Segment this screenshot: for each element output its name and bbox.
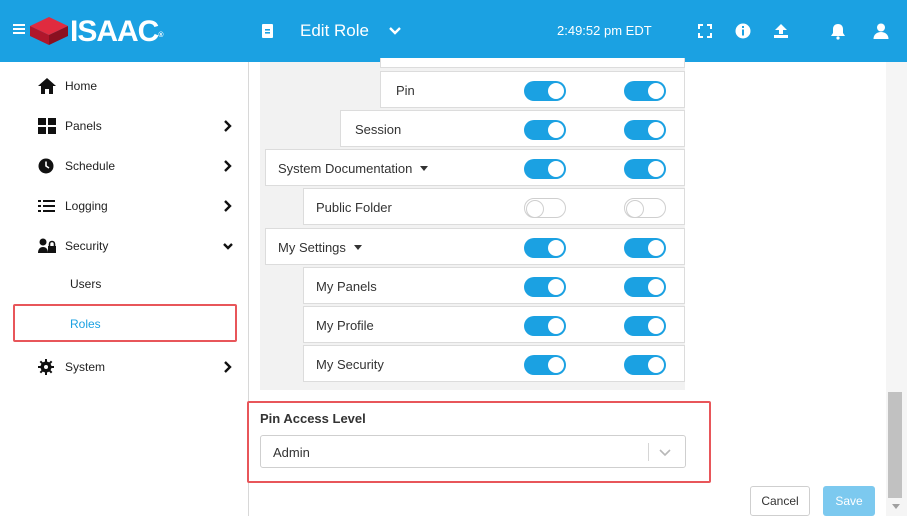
users-lock-icon: [38, 238, 56, 253]
sidebar-item-schedule[interactable]: Schedule: [0, 146, 249, 186]
user-icon[interactable]: [872, 22, 890, 40]
permission-label: Pin: [396, 83, 415, 98]
top-bar: ISAAC® Edit Role 2:49:52 pm EDT: [0, 0, 907, 62]
permission-toggle-write[interactable]: [624, 198, 666, 218]
permission-row-system-documentation: System Documentation: [265, 149, 685, 186]
chevron-right-icon: [224, 361, 232, 373]
page-title: Edit Role: [300, 21, 369, 40]
permission-label[interactable]: My Settings: [278, 240, 362, 255]
permission-row-my-panels: My Panels: [303, 267, 685, 304]
list-icon: [38, 200, 55, 212]
clock-icon: [38, 158, 54, 174]
permission-row-cut: [380, 58, 685, 68]
roles-highlight: [13, 304, 237, 342]
chevron-down-icon[interactable]: [658, 446, 672, 458]
permission-label[interactable]: System Documentation: [278, 161, 429, 176]
permission-toggle-write[interactable]: [624, 81, 666, 101]
sidebar-item-security[interactable]: Security: [0, 226, 249, 266]
permission-toggle-read[interactable]: [524, 316, 566, 336]
sidebar-item-system[interactable]: System: [0, 347, 249, 387]
permission-toggle-write[interactable]: [624, 355, 666, 375]
sidebar-item-label: Home: [65, 79, 98, 93]
isaac-logo-icon: [30, 17, 68, 45]
panels-icon: [38, 118, 56, 134]
cancel-button[interactable]: Cancel: [750, 486, 810, 516]
sidebar-item-label: Logging: [65, 199, 108, 213]
permission-toggle-read[interactable]: [524, 120, 566, 140]
permission-toggle-write[interactable]: [624, 159, 666, 179]
caret-down-icon: [353, 245, 362, 250]
logo-text: ISAAC®: [70, 15, 164, 48]
permission-row-public-folder: Public Folder: [303, 188, 685, 225]
permission-toggle-read[interactable]: [524, 355, 566, 375]
pin-access-select[interactable]: Admin: [260, 435, 686, 468]
permission-toggle-write[interactable]: [624, 316, 666, 336]
permission-toggle-read[interactable]: [524, 159, 566, 179]
pin-access-value: Admin: [273, 445, 310, 460]
sidebar-subitem-label: Users: [70, 277, 102, 291]
chevron-right-icon: [224, 200, 232, 212]
permission-label: Public Folder: [316, 200, 392, 215]
sidebar-subitem-users[interactable]: Users: [0, 265, 249, 303]
chevron-right-icon: [224, 120, 232, 132]
pin-access-label: Pin Access Level: [260, 411, 366, 426]
permission-label: My Panels: [316, 279, 377, 294]
permission-row-session: Session: [340, 110, 685, 147]
sidebar-item-panels[interactable]: Panels: [0, 106, 249, 146]
fullscreen-icon[interactable]: [696, 22, 714, 40]
permission-toggle-read[interactable]: [524, 277, 566, 297]
document-icon: [262, 24, 273, 38]
permission-row-my-settings: My Settings: [265, 228, 685, 265]
hamburger-menu-icon[interactable]: [13, 24, 25, 34]
home-icon: [38, 78, 56, 94]
permission-toggle-read[interactable]: [524, 238, 566, 258]
scroll-down-arrow-icon[interactable]: [892, 504, 900, 509]
caret-down-icon: [420, 166, 429, 171]
permission-toggle-read[interactable]: [524, 81, 566, 101]
select-separator: [648, 443, 649, 461]
permission-label: My Profile: [316, 318, 374, 333]
clock: 2:49:52 pm EDT: [557, 23, 652, 38]
sidebar-item-label: Schedule: [65, 159, 116, 173]
sidebar-item-label: Security: [65, 239, 109, 253]
permission-row-my-security: My Security: [303, 345, 685, 382]
sidebar: Home Panels Schedule Logging Security Us…: [0, 62, 249, 516]
save-button[interactable]: Save: [823, 486, 875, 516]
permission-row-pin: Pin: [380, 71, 685, 108]
info-icon[interactable]: [734, 22, 752, 40]
permission-label: Session: [355, 122, 402, 137]
sidebar-item-label: Panels: [65, 119, 102, 133]
chevron-down-icon[interactable]: [388, 24, 402, 38]
permission-toggle-write[interactable]: [624, 277, 666, 297]
permission-toggle-write[interactable]: [624, 120, 666, 140]
permission-toggle-write[interactable]: [624, 238, 666, 258]
gear-icon: [38, 359, 54, 375]
bell-icon[interactable]: [829, 22, 847, 40]
chevron-down-icon: [223, 243, 233, 250]
sidebar-item-home[interactable]: Home: [0, 66, 249, 106]
permission-row-my-profile: My Profile: [303, 306, 685, 343]
permission-label: My Security: [316, 357, 384, 372]
scrollbar-thumb[interactable]: [888, 392, 902, 498]
upload-icon[interactable]: [772, 22, 790, 40]
sidebar-item-label: System: [65, 360, 106, 374]
permission-toggle-read[interactable]: [524, 198, 566, 218]
chevron-right-icon: [224, 160, 232, 172]
sidebar-item-logging[interactable]: Logging: [0, 186, 249, 226]
